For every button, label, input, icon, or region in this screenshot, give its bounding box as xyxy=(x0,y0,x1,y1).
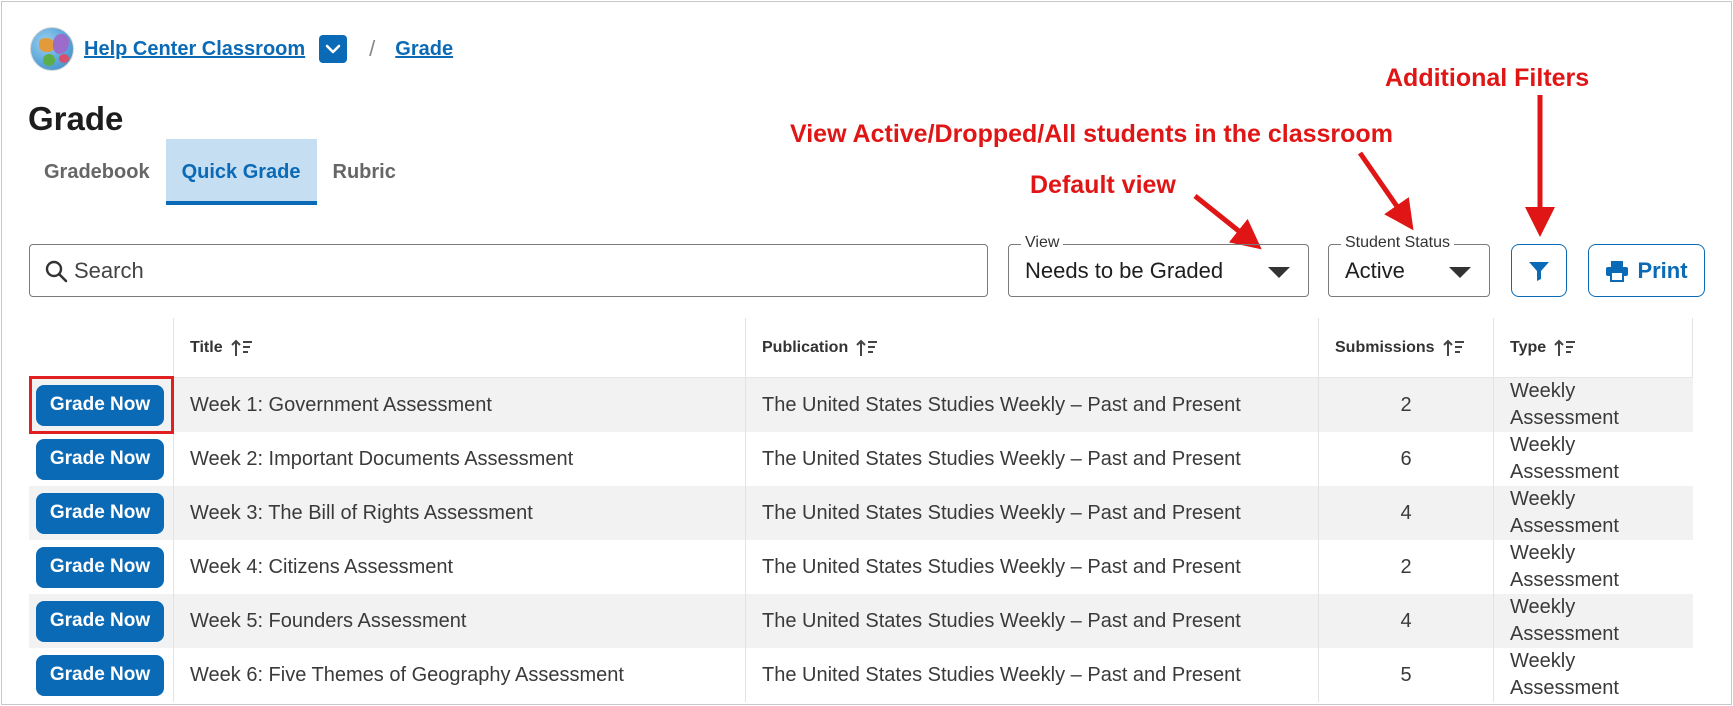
row-type: Weekly Assessment xyxy=(1510,488,1619,537)
assignments-table: Title Publication Submissions Type Grade… xyxy=(29,318,1693,702)
tab-gradebook[interactable]: Gradebook xyxy=(28,139,166,205)
row-publication: The United States Studies Weekly – Past … xyxy=(746,594,1319,648)
annotation-student-status: View Active/Dropped/All students in the … xyxy=(790,120,1393,148)
header-type[interactable]: Type xyxy=(1494,318,1693,377)
header-title[interactable]: Title xyxy=(174,318,746,377)
row-submissions: 2 xyxy=(1319,378,1494,432)
print-button[interactable]: Print xyxy=(1588,244,1705,297)
row-publication: The United States Studies Weekly – Past … xyxy=(746,486,1319,540)
classroom-dropdown-button[interactable] xyxy=(319,35,348,63)
row-submissions: 5 xyxy=(1319,648,1494,702)
header-action xyxy=(29,318,174,377)
table-row: Grade Now Week 2: Important Documents As… xyxy=(29,432,1693,486)
row-type: Weekly Assessment xyxy=(1510,650,1619,699)
search-box xyxy=(29,244,988,297)
sort-icon xyxy=(1554,339,1576,357)
table-header: Title Publication Submissions Type xyxy=(29,318,1693,378)
tab-quick-grade[interactable]: Quick Grade xyxy=(165,139,317,205)
view-select-value: Needs to be Graded xyxy=(1025,257,1224,283)
row-type: Weekly Assessment xyxy=(1510,542,1619,591)
table-row: Grade Now Week 3: The Bill of Rights Ass… xyxy=(29,486,1693,540)
grade-now-button[interactable]: Grade Now xyxy=(36,546,164,588)
grade-now-button[interactable]: Grade Now xyxy=(36,600,164,642)
table-row: Grade Now Week 6: Five Themes of Geograp… xyxy=(29,648,1693,702)
student-status-value: Active xyxy=(1345,257,1405,283)
table-row: Grade Now Week 1: Government Assessment … xyxy=(29,378,1693,432)
row-publication: The United States Studies Weekly – Past … xyxy=(746,540,1319,594)
breadcrumb-grade-link[interactable]: Grade xyxy=(395,38,453,61)
sort-icon xyxy=(1442,339,1465,357)
view-select-legend: View xyxy=(1021,234,1064,252)
grade-now-button[interactable]: Grade Now xyxy=(36,654,164,696)
caret-down-icon xyxy=(1268,267,1290,278)
row-submissions: 4 xyxy=(1319,486,1494,540)
tab-rubric[interactable]: Rubric xyxy=(317,139,412,205)
row-type: Weekly Assessment xyxy=(1510,380,1619,429)
grade-now-button[interactable]: Grade Now xyxy=(36,438,164,480)
row-submissions: 4 xyxy=(1319,594,1494,648)
annotation-default-view: Default view xyxy=(1030,171,1176,199)
header-publication[interactable]: Publication xyxy=(746,318,1319,377)
printer-icon xyxy=(1606,260,1629,282)
chevron-down-icon xyxy=(325,44,341,54)
header-submissions[interactable]: Submissions xyxy=(1319,318,1494,377)
student-status-select[interactable]: Student Status Active xyxy=(1328,234,1490,297)
breadcrumb-separator: / xyxy=(369,36,376,61)
filter-button[interactable] xyxy=(1511,244,1567,297)
row-title: Week 1: Government Assessment xyxy=(174,378,746,432)
row-type: Weekly Assessment xyxy=(1510,434,1619,483)
search-icon xyxy=(45,260,68,282)
page-title: Grade xyxy=(28,100,124,137)
classroom-globe-logo xyxy=(30,27,74,71)
table-row: Grade Now Week 4: Citizens Assessment Th… xyxy=(29,540,1693,594)
row-title: Week 5: Founders Assessment xyxy=(174,594,746,648)
row-title: Week 3: The Bill of Rights Assessment xyxy=(174,486,746,540)
sort-icon xyxy=(856,339,878,357)
row-publication: The United States Studies Weekly – Past … xyxy=(746,648,1319,702)
row-title: Week 6: Five Themes of Geography Assessm… xyxy=(174,648,746,702)
table-row: Grade Now Week 5: Founders Assessment Th… xyxy=(29,594,1693,648)
row-type: Weekly Assessment xyxy=(1510,596,1619,645)
print-label: Print xyxy=(1637,257,1688,283)
grade-now-button[interactable]: Grade Now xyxy=(36,384,164,426)
row-title: Week 4: Citizens Assessment xyxy=(174,540,746,594)
filter-icon xyxy=(1529,261,1549,281)
search-input[interactable] xyxy=(74,257,954,284)
row-publication: The United States Studies Weekly – Past … xyxy=(746,432,1319,486)
student-status-legend: Student Status xyxy=(1341,234,1454,252)
breadcrumb: Help Center Classroom / Grade xyxy=(30,27,453,71)
grade-tabs: Gradebook Quick Grade Rubric xyxy=(28,139,412,205)
row-submissions: 2 xyxy=(1319,540,1494,594)
grade-now-button[interactable]: Grade Now xyxy=(36,492,164,534)
row-title: Week 2: Important Documents Assessment xyxy=(174,432,746,486)
sort-icon xyxy=(230,339,253,357)
annotation-additional-filters: Additional Filters xyxy=(1385,64,1590,92)
view-select[interactable]: View Needs to be Graded xyxy=(1008,234,1309,297)
row-publication: The United States Studies Weekly – Past … xyxy=(746,378,1319,432)
breadcrumb-classroom-link[interactable]: Help Center Classroom xyxy=(84,38,305,61)
caret-down-icon xyxy=(1449,267,1471,278)
row-submissions: 6 xyxy=(1319,432,1494,486)
